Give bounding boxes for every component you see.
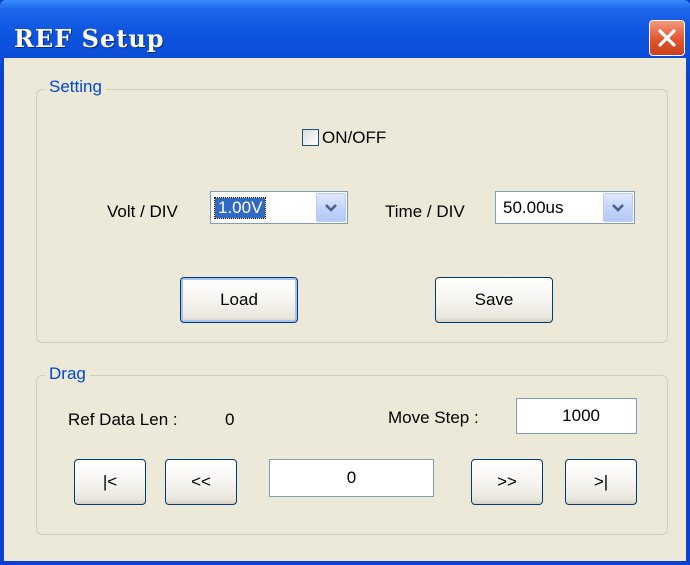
dialog-client-area: Setting ON/OFF Volt / DIV 1.00V Time / D… bbox=[4, 58, 686, 561]
volt-div-dropdown-button[interactable] bbox=[316, 193, 346, 222]
move-step-input[interactable]: 1000 bbox=[516, 398, 637, 434]
close-x-icon bbox=[658, 29, 676, 47]
ref-data-len-value: 0 bbox=[225, 410, 235, 429]
drag-group-legend: Drag bbox=[45, 364, 90, 384]
ref-setup-dialog: REF Setup Setting ON/OFF Volt / DIV 1.00… bbox=[0, 0, 690, 565]
load-button[interactable]: Load bbox=[180, 277, 298, 323]
on-off-label[interactable]: ON/OFF bbox=[322, 128, 386, 148]
time-div-value: 50.00us bbox=[503, 198, 564, 217]
volt-div-select[interactable]: 1.00V bbox=[210, 191, 348, 224]
time-div-label: Time / DIV bbox=[385, 202, 465, 221]
time-div-select[interactable]: 50.00us bbox=[495, 191, 635, 224]
chevron-down-icon bbox=[612, 204, 624, 212]
last-button[interactable]: >| bbox=[565, 459, 637, 505]
volt-div-value: 1.00V bbox=[213, 197, 267, 219]
chevron-down-icon bbox=[325, 204, 337, 212]
time-div-dropdown-button[interactable] bbox=[603, 193, 633, 222]
previous-button[interactable]: << bbox=[165, 459, 237, 505]
window-title: REF Setup bbox=[14, 24, 165, 53]
close-button[interactable] bbox=[649, 20, 685, 56]
first-button[interactable]: |< bbox=[74, 459, 146, 505]
window-border-bottom bbox=[0, 561, 690, 565]
ref-data-len-label: Ref Data Len : bbox=[68, 410, 178, 429]
position-input[interactable]: 0 bbox=[269, 459, 434, 497]
volt-div-label: Volt / DIV bbox=[107, 202, 178, 221]
on-off-checkbox[interactable] bbox=[302, 129, 319, 146]
move-step-label: Move Step : bbox=[388, 408, 479, 427]
save-button[interactable]: Save bbox=[435, 277, 553, 323]
setting-group-legend: Setting bbox=[45, 77, 106, 97]
next-button[interactable]: >> bbox=[471, 459, 543, 505]
